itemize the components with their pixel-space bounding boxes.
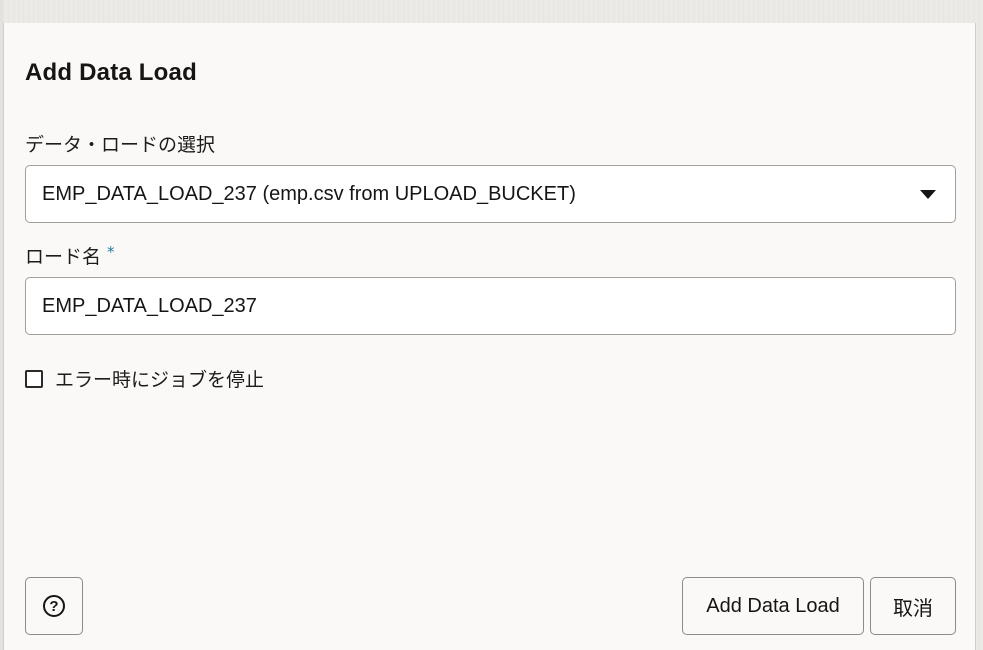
load-name-field[interactable] <box>25 277 956 335</box>
help-button[interactable]: ? <box>25 577 83 635</box>
stop-on-error-checkbox[interactable] <box>25 369 43 388</box>
load-name-label: ロード名 * <box>25 242 115 269</box>
data-load-select-value: EMP_DATA_LOAD_237 (emp.csv from UPLOAD_B… <box>42 183 576 205</box>
chevron-down-icon[interactable] <box>920 190 936 199</box>
help-circle-icon: ? <box>43 595 65 617</box>
add-data-load-button[interactable]: Add Data Load <box>682 577 864 635</box>
load-name-label-text: ロード名 <box>25 246 102 268</box>
add-data-load-dialog: Add Data Load データ・ロードの選択 EMP_DATA_LOAD_2… <box>3 23 976 650</box>
data-load-select[interactable]: EMP_DATA_LOAD_237 (emp.csv from UPLOAD_B… <box>25 165 956 223</box>
cancel-button[interactable]: 取消 <box>870 577 956 635</box>
stop-on-error-option[interactable]: エラー時にジョブを停止 <box>25 365 264 392</box>
required-marker: * <box>107 243 115 261</box>
load-name-input[interactable] <box>26 278 955 334</box>
select-data-load-label: データ・ロードの選択 <box>25 134 216 156</box>
stop-on-error-label: エラー時にジョブを停止 <box>55 369 265 391</box>
dialog-title: Add Data Load <box>25 59 197 86</box>
